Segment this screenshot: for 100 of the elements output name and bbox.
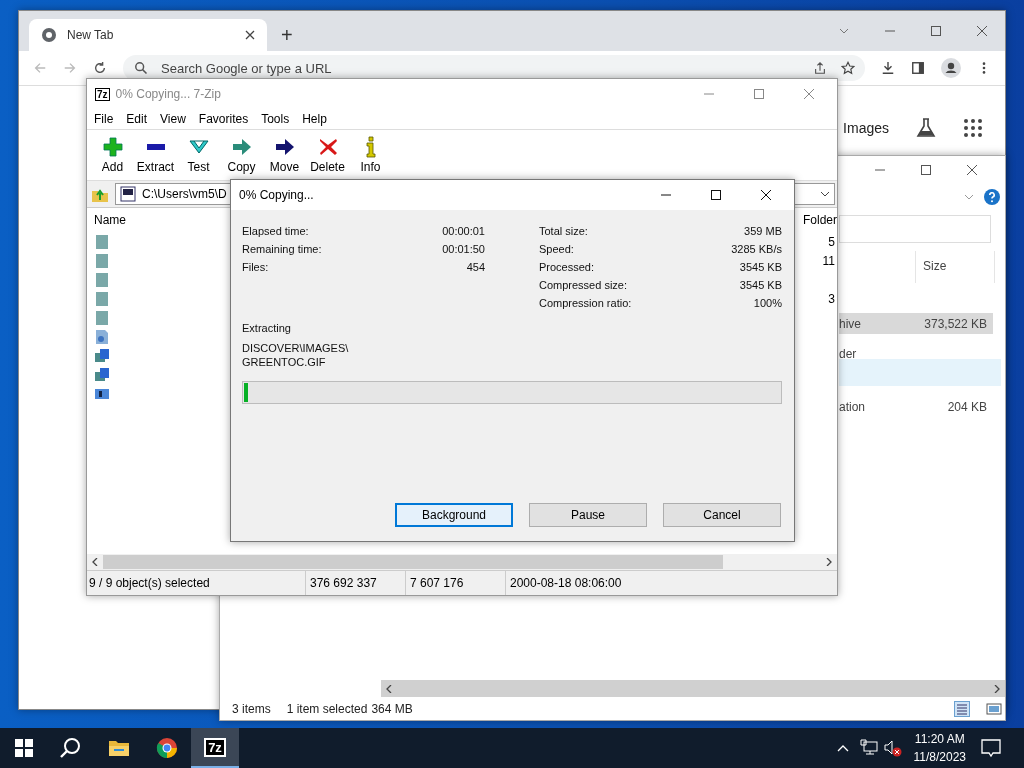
program-icon[interactable]	[95, 348, 109, 363]
stat-value: 100%	[753, 297, 782, 309]
chevron-down-icon[interactable]	[820, 189, 830, 199]
folder-count: 5	[828, 234, 835, 249]
selection-count: 1 item selected	[286, 702, 368, 716]
toolbar-button[interactable]: Delete	[306, 136, 349, 174]
plus-icon	[101, 136, 124, 158]
status-text: 2000-08-18 08:06:00	[505, 571, 622, 595]
toolbar-button[interactable]: Extract	[134, 136, 177, 174]
chevron-left-icon[interactable]	[91, 558, 99, 566]
chevron-right-icon[interactable]	[825, 558, 833, 566]
menu-item[interactable]: Edit	[126, 112, 148, 126]
file-row[interactable]: ation 204 KB	[839, 396, 993, 417]
apps-grid-icon[interactable]	[963, 118, 983, 138]
menu-item[interactable]: View	[160, 112, 186, 126]
toolbar-button[interactable]: Add	[91, 136, 134, 174]
arrow-icon	[230, 136, 253, 158]
dialog-button[interactable]: Cancel	[663, 503, 781, 527]
search-icon	[60, 737, 82, 759]
help-icon[interactable]	[984, 189, 1000, 205]
dialog-button[interactable]: Pause	[529, 503, 647, 527]
menu-item[interactable]: Help	[302, 112, 327, 126]
stat-label: Elapsed time:	[242, 225, 309, 237]
clock-time[interactable]: 11:20 AM	[914, 730, 965, 748]
dialog-button[interactable]: Background	[395, 503, 513, 527]
size-column-header[interactable]: Size	[915, 251, 995, 283]
download-icon[interactable]	[881, 61, 895, 75]
archive-manager-button[interactable]: 7z	[191, 728, 239, 768]
selection-size: 364 MB	[371, 702, 413, 716]
stat-label: Processed:	[539, 261, 595, 273]
share-icon[interactable]	[813, 61, 827, 75]
stat-label: Compressed size:	[539, 279, 628, 291]
stat-label: Speed:	[539, 243, 574, 255]
stat-label: Files:	[242, 261, 269, 273]
search-field[interactable]	[839, 215, 991, 243]
folder-icon[interactable]	[95, 234, 109, 249]
notification-icon[interactable]	[980, 737, 1002, 759]
close-icon[interactable]	[966, 164, 978, 176]
document-icon[interactable]	[95, 329, 109, 344]
chevron-right-icon[interactable]	[993, 684, 1001, 693]
muted-speaker-icon[interactable]	[883, 739, 902, 757]
folder-icon[interactable]	[95, 272, 109, 287]
stat-value: 00:01:50	[442, 243, 485, 255]
toolbar-button[interactable]: Info	[349, 136, 392, 174]
minus-icon	[144, 144, 167, 150]
folder-icon[interactable]	[95, 253, 109, 268]
star-icon[interactable]	[841, 61, 855, 75]
maximize-icon[interactable]	[920, 164, 932, 176]
file-row[interactable]: hive 373,522 KB	[839, 313, 993, 334]
horizontal-scrollbar[interactable]	[381, 680, 1005, 697]
stat-value: 3545 KB	[739, 279, 782, 291]
stat-label: Remaining time:	[242, 243, 322, 255]
file-row[interactable]: der	[839, 343, 993, 364]
images-link[interactable]: Images	[843, 120, 889, 136]
toolbar-button[interactable]: Test	[177, 136, 220, 174]
details-view-icon[interactable]	[954, 701, 970, 717]
reload-icon[interactable]	[93, 61, 107, 75]
menu-item[interactable]: Tools	[261, 112, 290, 126]
chrome-icon	[41, 27, 57, 43]
folder-icon[interactable]	[95, 291, 109, 306]
toolbar-button[interactable]: Copy	[220, 136, 263, 174]
menu-item[interactable]: File	[94, 112, 114, 126]
window-icon[interactable]	[95, 386, 109, 401]
app-logo: 7z	[95, 87, 110, 101]
maximize-icon[interactable]	[710, 189, 722, 201]
menu-item[interactable]: Favorites	[198, 112, 249, 126]
status-text: 7 607 176	[405, 571, 505, 595]
address-bar[interactable]: Search Google or type a URL	[123, 55, 865, 81]
chevron-left-icon[interactable]	[385, 684, 393, 693]
profile-icon[interactable]	[941, 58, 961, 78]
flask-icon[interactable]	[915, 117, 937, 139]
close-icon[interactable]	[245, 30, 255, 40]
close-icon[interactable]	[760, 189, 772, 201]
stat-label: Compression ratio:	[539, 297, 632, 309]
column-header[interactable]: Folder	[803, 213, 843, 227]
item-count: 3 items	[232, 702, 271, 716]
address-field[interactable]: Search Google or type a URL	[161, 60, 799, 76]
horizontal-scrollbar[interactable]	[87, 554, 837, 570]
clock-date[interactable]: 11/8/2023	[913, 748, 966, 766]
file-size: 373,522 KB	[924, 316, 987, 331]
tab-title: New Tab	[67, 28, 115, 42]
new-tab-button[interactable]: +	[277, 23, 297, 47]
network-icon[interactable]	[859, 739, 878, 757]
stat-label: Total size:	[539, 225, 588, 237]
stat-value: 3545 KB	[739, 261, 782, 273]
arrow-icon	[273, 136, 296, 158]
windows-start-icon[interactable]	[15, 739, 33, 757]
column-header[interactable]: Name	[94, 213, 126, 227]
toolbar-button[interactable]: Move	[263, 136, 306, 174]
folder-icon[interactable]	[95, 310, 109, 325]
folder-icon	[108, 740, 130, 756]
file-type: ation	[839, 399, 866, 414]
browser-tab[interactable]: New Tab	[29, 19, 267, 51]
tiles-view-icon[interactable]	[986, 701, 1002, 717]
stat-value: 3285 KB/s	[731, 243, 782, 255]
browser-logo-icon	[156, 737, 178, 759]
window-title: 0% Copying... 7-Zip	[115, 87, 221, 101]
side-panel-icon[interactable]	[911, 61, 925, 75]
stat-value: 359 MB	[744, 225, 782, 237]
program-icon[interactable]	[95, 367, 109, 382]
